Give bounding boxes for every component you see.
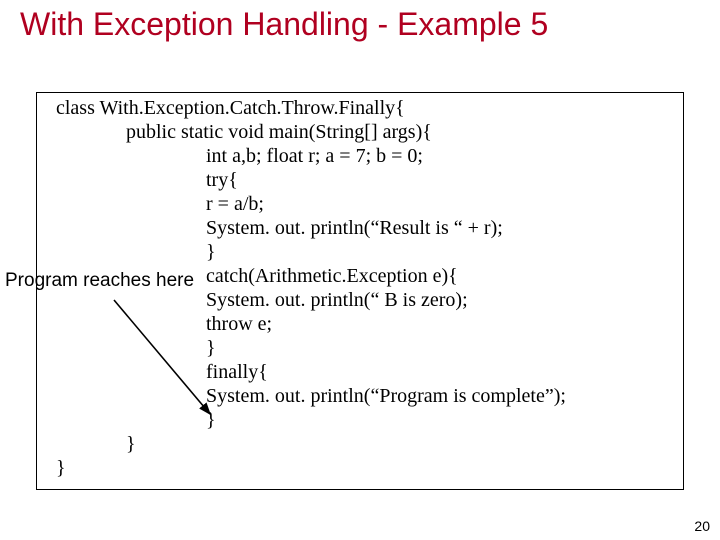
- code-line: }: [56, 408, 680, 432]
- code-line: public static void main(String[] args){: [56, 120, 680, 144]
- code-line: }: [56, 240, 680, 264]
- code-line: }: [56, 336, 680, 360]
- page-number: 20: [694, 518, 710, 534]
- code-line: System. out. println(“Program is complet…: [56, 384, 680, 408]
- code-line: class With.Exception.Catch.Throw.Finally…: [56, 96, 680, 120]
- code-line: System. out. println(“Result is “ + r);: [56, 216, 680, 240]
- code-line: }: [56, 456, 680, 480]
- annotation-label: Program reaches here: [5, 270, 194, 292]
- code-line: try{: [56, 168, 680, 192]
- code-line: int a,b; float r; a = 7; b = 0;: [56, 144, 680, 168]
- code-line: throw e;: [56, 312, 680, 336]
- slide-title: With Exception Handling - Example 5: [20, 6, 548, 43]
- code-line: r = a/b;: [56, 192, 680, 216]
- code-line: finally{: [56, 360, 680, 384]
- code-line: }: [56, 432, 680, 456]
